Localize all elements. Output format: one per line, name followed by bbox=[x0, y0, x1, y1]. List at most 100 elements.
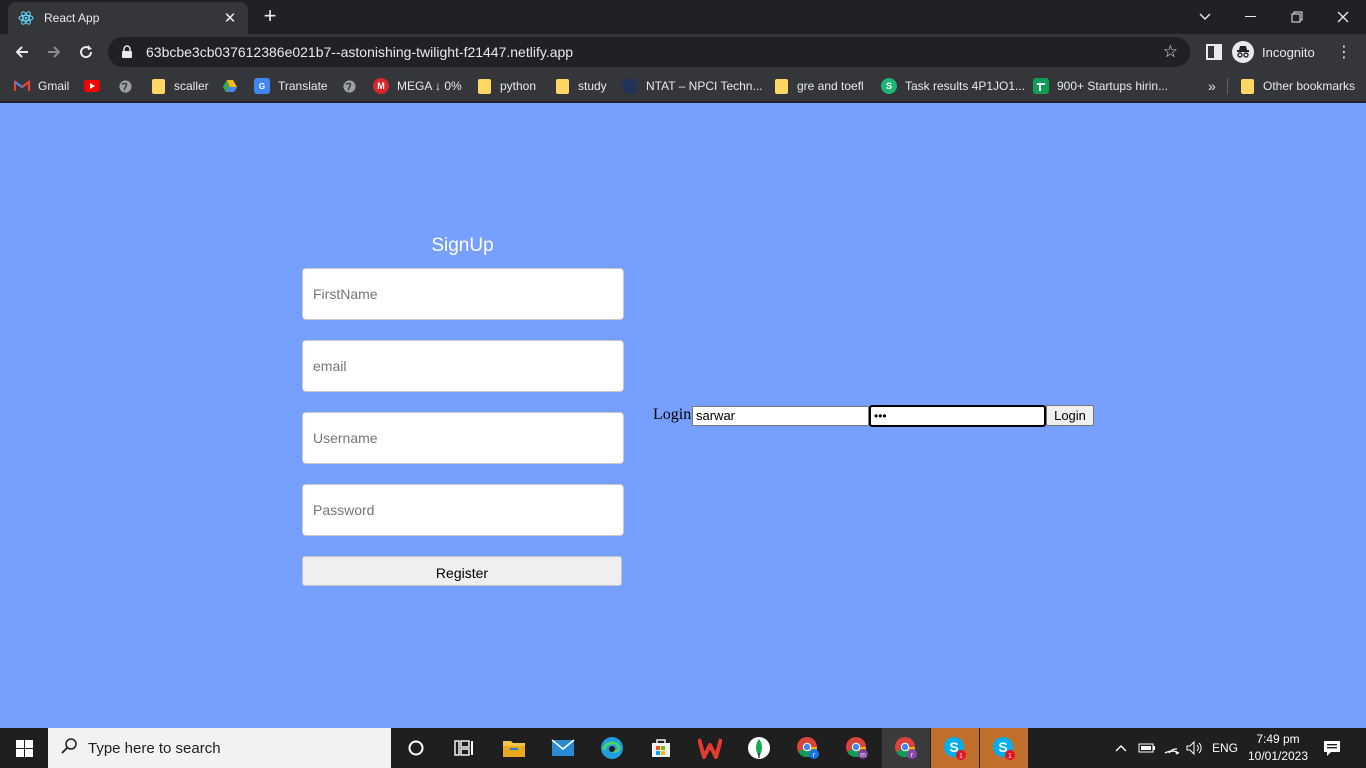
bookmark-drive[interactable] bbox=[222, 76, 246, 96]
taskbar-clock[interactable]: 7:49 pm 10/01/2023 bbox=[1244, 731, 1312, 765]
bookmark-label: scaller bbox=[174, 79, 209, 93]
tab-search-icon[interactable] bbox=[1182, 0, 1228, 34]
bookmark-globe-2[interactable] bbox=[341, 76, 365, 96]
close-window-icon[interactable] bbox=[1320, 0, 1366, 34]
bookmark-gre[interactable]: gre and toefl bbox=[773, 76, 864, 96]
google-drive-icon bbox=[222, 78, 238, 94]
search-icon bbox=[60, 737, 78, 760]
email-input[interactable]: email bbox=[302, 340, 624, 392]
bookmark-study[interactable]: study bbox=[554, 76, 607, 96]
skype-badge: 1 bbox=[959, 753, 963, 760]
chrome-profile-r-icon[interactable]: r bbox=[784, 728, 832, 768]
skype-icon-2[interactable]: S1 bbox=[980, 728, 1028, 768]
cortana-icon[interactable] bbox=[392, 728, 440, 768]
bookmark-label: NTAT – NPCI Techn... bbox=[646, 79, 763, 93]
chrome-incognito-icon[interactable]: r bbox=[882, 728, 930, 768]
username-placeholder: Username bbox=[313, 430, 378, 446]
store-icon[interactable] bbox=[637, 728, 685, 768]
globe-icon bbox=[341, 78, 357, 94]
file-explorer-icon[interactable] bbox=[490, 728, 538, 768]
browser-toolbar: 63bcbe3cb037612386e021b7--astonishing-tw… bbox=[0, 34, 1366, 70]
minimize-icon[interactable] bbox=[1228, 0, 1274, 34]
task-view-icon[interactable] bbox=[440, 728, 488, 768]
side-panel-icon[interactable] bbox=[1204, 42, 1224, 62]
new-tab-button[interactable]: + bbox=[258, 4, 282, 28]
address-bar[interactable]: 63bcbe3cb037612386e021b7--astonishing-tw… bbox=[108, 37, 1190, 67]
task-icon: S bbox=[881, 78, 897, 94]
bookmark-label: 900+ Startups hirin... bbox=[1057, 79, 1169, 93]
tab-title: React App bbox=[44, 11, 100, 25]
search-placeholder: Type here to search bbox=[88, 739, 221, 757]
mongodb-compass-icon[interactable] bbox=[735, 728, 783, 768]
bookmark-mega[interactable]: M MEGA ↓ 0% bbox=[373, 76, 462, 96]
back-icon[interactable] bbox=[8, 38, 36, 66]
firstname-input[interactable]: FirstName bbox=[302, 268, 624, 320]
svg-text:m: m bbox=[860, 752, 866, 759]
register-button[interactable]: Register bbox=[302, 556, 622, 586]
globe-icon bbox=[117, 78, 133, 94]
volume-icon[interactable] bbox=[1186, 728, 1204, 768]
taskbar-search-box[interactable]: Type here to search bbox=[48, 728, 391, 768]
folder-icon bbox=[150, 78, 166, 94]
reload-icon[interactable] bbox=[72, 38, 100, 66]
bookmark-scaller[interactable]: scaller bbox=[150, 76, 209, 96]
bookmark-label: study bbox=[578, 79, 607, 93]
password-input[interactable]: Password bbox=[302, 484, 624, 536]
skype-badge: 1 bbox=[1008, 753, 1012, 760]
bookmark-python[interactable]: python bbox=[476, 76, 536, 96]
folder-icon bbox=[773, 78, 789, 94]
clock-date: 10/01/2023 bbox=[1247, 749, 1309, 763]
login-button[interactable]: Login bbox=[1046, 405, 1094, 426]
login-username-input[interactable]: sarwar bbox=[692, 406, 869, 426]
incognito-profile[interactable]: Incognito bbox=[1232, 39, 1315, 65]
language-indicator[interactable]: ENG bbox=[1212, 728, 1238, 768]
show-hidden-icons[interactable] bbox=[1114, 728, 1128, 768]
browser-tab[interactable]: React App ✕ bbox=[8, 2, 248, 34]
chrome-profile-m-icon[interactable]: m bbox=[833, 728, 881, 768]
notifications-icon[interactable] bbox=[1322, 728, 1342, 768]
login-password-input[interactable]: ••• bbox=[869, 405, 1046, 427]
bookmark-ntat[interactable]: NTAT – NPCI Techn... bbox=[622, 76, 762, 96]
bookmarks-overflow-icon[interactable]: » bbox=[1208, 76, 1216, 96]
npci-icon bbox=[622, 78, 638, 94]
other-bookmarks-label: Other bookmarks bbox=[1263, 79, 1356, 93]
wps-office-icon[interactable] bbox=[686, 728, 734, 768]
forward-icon[interactable] bbox=[40, 38, 68, 66]
username-input[interactable]: Username bbox=[302, 412, 624, 464]
incognito-icon bbox=[1232, 41, 1254, 63]
bookmark-label: MEGA ↓ 0% bbox=[397, 79, 462, 93]
url-text: 63bcbe3cb037612386e021b7--astonishing-tw… bbox=[146, 44, 574, 60]
email-placeholder: email bbox=[313, 358, 347, 374]
bookmark-translate[interactable]: G Translate bbox=[254, 76, 328, 96]
bookmark-youtube[interactable] bbox=[84, 76, 108, 96]
edge-icon[interactable] bbox=[588, 728, 636, 768]
tab-strip: React App ✕ + bbox=[0, 0, 1366, 34]
bookmark-label: Task results 4P1JO1... bbox=[905, 79, 1026, 93]
bookmark-globe-1[interactable] bbox=[117, 76, 141, 96]
page-content: SignUp FirstName email Username Password… bbox=[0, 103, 1366, 728]
windows-start-icon[interactable] bbox=[0, 728, 48, 768]
react-icon bbox=[18, 10, 34, 26]
incognito-label: Incognito bbox=[1262, 44, 1315, 60]
folder-icon bbox=[476, 78, 492, 94]
close-tab-icon[interactable]: ✕ bbox=[222, 9, 238, 27]
menu-icon[interactable]: ⋮ bbox=[1334, 42, 1354, 62]
firstname-placeholder: FirstName bbox=[313, 286, 378, 302]
battery-icon[interactable] bbox=[1138, 728, 1156, 768]
skype-icon[interactable]: S1 bbox=[931, 728, 979, 768]
mail-icon[interactable] bbox=[539, 728, 587, 768]
other-bookmarks[interactable]: Other bookmarks bbox=[1239, 76, 1355, 96]
wifi-icon[interactable] bbox=[1164, 728, 1180, 768]
restore-icon[interactable] bbox=[1274, 0, 1320, 34]
gmail-icon bbox=[14, 78, 30, 94]
bookmarks-divider bbox=[1227, 78, 1228, 94]
bookmark-task-results[interactable]: S Task results 4P1JO1... bbox=[881, 76, 1025, 96]
bookmark-gmail[interactable]: Gmail bbox=[14, 76, 69, 96]
taskbar: Type here to search r m r S1 S1 ENG 7:49… bbox=[0, 728, 1366, 768]
bookmark-startups[interactable]: 900+ Startups hirin... bbox=[1033, 76, 1168, 96]
folder-icon bbox=[554, 78, 570, 94]
translate-icon: G bbox=[254, 78, 270, 94]
bookmark-label: gre and toefl bbox=[797, 79, 864, 93]
bookmark-star-icon[interactable]: ☆ bbox=[1163, 42, 1178, 62]
signup-title: SignUp bbox=[431, 235, 494, 256]
